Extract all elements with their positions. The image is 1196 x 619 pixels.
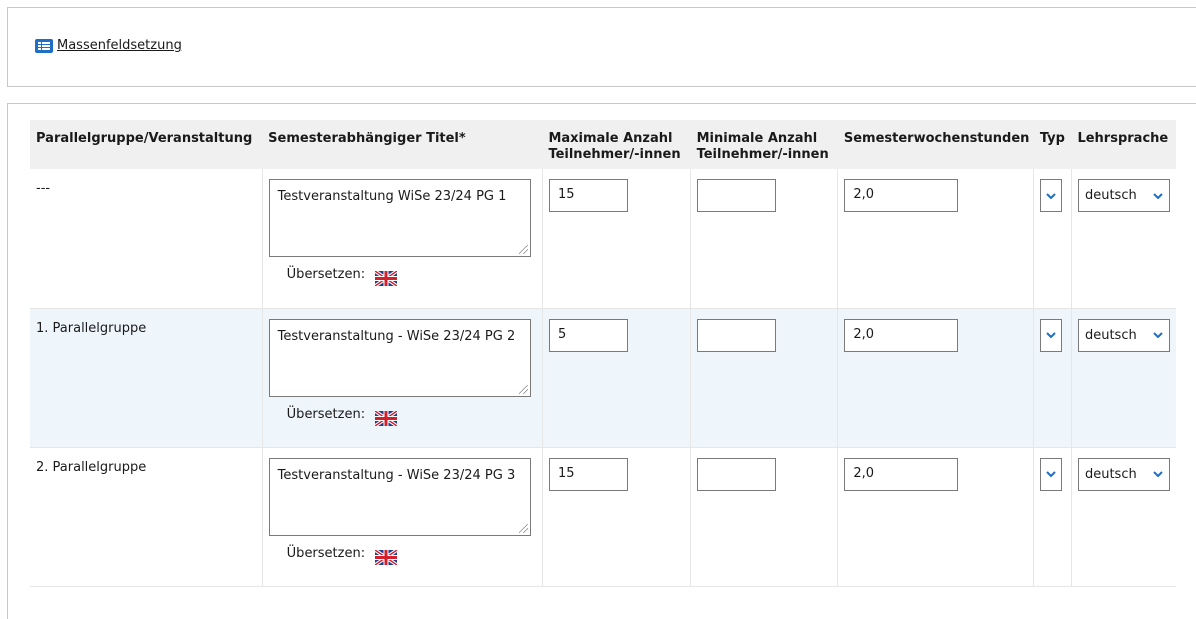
group-label: --- bbox=[30, 169, 263, 309]
chevron-down-icon bbox=[1153, 471, 1163, 477]
sws-input[interactable]: 2,0 bbox=[844, 179, 959, 212]
min-cell bbox=[690, 447, 839, 587]
chevron-down-icon bbox=[1046, 471, 1057, 477]
max-participants-input[interactable]: 5 bbox=[548, 318, 628, 352]
header-lang: Lehrsprache bbox=[1071, 120, 1176, 169]
typ-select[interactable] bbox=[1040, 179, 1063, 212]
title-text: Testveranstaltung - WiSe 23/24 PG 2 bbox=[277, 328, 516, 344]
translate-label: Übersetzen: bbox=[286, 545, 366, 561]
translate-row: Übersetzen: bbox=[287, 263, 536, 286]
resize-grip-icon[interactable] bbox=[518, 384, 528, 394]
header-min: Minimale Anzahl Teilnehmer/-innen bbox=[690, 120, 838, 169]
mass-edit-label: Massenfeldsetzung bbox=[57, 38, 182, 53]
translate-row: Übersetzen: bbox=[287, 403, 536, 426]
title-text: Testveranstaltung WiSe 23/24 PG 1 bbox=[277, 189, 507, 204]
header-max-line1: Maximale Anzahl bbox=[548, 131, 673, 146]
max-cell: 5 bbox=[542, 308, 692, 448]
title-textarea[interactable]: Testveranstaltung - WiSe 23/24 PG 2 bbox=[268, 318, 531, 397]
translate-label: Übersetzen: bbox=[286, 267, 366, 282]
typ-select[interactable] bbox=[1040, 457, 1063, 491]
language-select[interactable]: deutsch bbox=[1077, 318, 1170, 352]
header-min-line2: Teilnehmer/-innen bbox=[696, 147, 829, 162]
sws-cell: 2,0 bbox=[837, 308, 1035, 448]
header-max: Maximale Anzahl Teilnehmer/-innen bbox=[542, 120, 691, 169]
uk-flag-icon[interactable] bbox=[375, 410, 398, 426]
sws-cell: 2,0 bbox=[837, 447, 1035, 587]
table-header-row: Parallelgruppe/Veranstaltung Semesterabh… bbox=[30, 120, 1176, 169]
chevron-down-icon bbox=[1046, 192, 1057, 199]
header-title: Semesterabhängiger Titel* bbox=[262, 120, 543, 169]
title-cell: Testveranstaltung WiSe 23/24 PG 1 Überse… bbox=[262, 169, 543, 309]
lang-cell: deutsch bbox=[1071, 169, 1176, 309]
language-value: deutsch bbox=[1084, 188, 1137, 203]
min-participants-input[interactable] bbox=[697, 179, 777, 212]
typ-cell bbox=[1033, 169, 1072, 309]
group-label: 2. Parallelgruppe bbox=[30, 447, 263, 587]
min-participants-input[interactable] bbox=[697, 457, 777, 491]
table-row: 1. Parallelgruppe Testveranstaltung - Wi… bbox=[30, 308, 1176, 448]
header-group: Parallelgruppe/Veranstaltung bbox=[30, 120, 263, 169]
title-text: Testveranstaltung - WiSe 23/24 PG 3 bbox=[277, 467, 516, 483]
uk-flag-icon[interactable] bbox=[375, 271, 398, 286]
resize-grip-icon[interactable] bbox=[518, 245, 528, 254]
title-textarea[interactable]: Testveranstaltung - WiSe 23/24 PG 3 bbox=[268, 457, 531, 536]
header-sws: Semesterwochenstunden bbox=[837, 120, 1034, 169]
language-value: deutsch bbox=[1084, 466, 1137, 482]
mass-edit-link[interactable]: Massenfeldsetzung bbox=[35, 38, 182, 53]
group-label: 1. Parallelgruppe bbox=[30, 308, 263, 448]
typ-select[interactable] bbox=[1040, 318, 1063, 352]
lang-cell: deutsch bbox=[1071, 447, 1176, 587]
header-min-line1: Minimale Anzahl bbox=[696, 131, 818, 146]
translate-label: Übersetzen: bbox=[286, 406, 366, 422]
min-participants-input[interactable] bbox=[697, 318, 777, 352]
list-icon bbox=[35, 38, 53, 53]
table-row: 2. Parallelgruppe Testveranstaltung - Wi… bbox=[30, 447, 1176, 587]
resize-grip-icon[interactable] bbox=[518, 523, 528, 533]
max-participants-input[interactable]: 15 bbox=[548, 179, 628, 212]
mass-edit-panel: Massenfeldsetzung bbox=[7, 7, 1196, 87]
min-cell bbox=[690, 169, 839, 309]
title-textarea[interactable]: Testveranstaltung WiSe 23/24 PG 1 bbox=[268, 179, 531, 257]
max-cell: 15 bbox=[542, 169, 692, 309]
typ-cell bbox=[1033, 447, 1072, 587]
table-row: --- Testveranstaltung WiSe 23/24 PG 1 Üb… bbox=[30, 169, 1176, 309]
header-typ: Typ bbox=[1033, 120, 1072, 169]
language-select[interactable]: deutsch bbox=[1077, 179, 1170, 212]
header-max-line2: Teilnehmer/-innen bbox=[548, 147, 681, 162]
title-cell: Testveranstaltung - WiSe 23/24 PG 3 Über… bbox=[262, 447, 543, 587]
max-participants-input[interactable]: 15 bbox=[548, 457, 628, 491]
sws-input[interactable]: 2,0 bbox=[844, 318, 959, 352]
language-select[interactable]: deutsch bbox=[1077, 457, 1170, 491]
chevron-down-icon bbox=[1153, 332, 1163, 338]
translate-row: Übersetzen: bbox=[287, 542, 536, 565]
max-cell: 15 bbox=[542, 447, 692, 587]
chevron-down-icon bbox=[1046, 332, 1057, 338]
min-cell bbox=[690, 308, 839, 448]
title-cell: Testveranstaltung - WiSe 23/24 PG 2 Über… bbox=[262, 308, 543, 448]
sws-cell: 2,0 bbox=[837, 169, 1035, 309]
parallel-groups-table: Parallelgruppe/Veranstaltung Semesterabh… bbox=[30, 120, 1176, 587]
typ-cell bbox=[1033, 308, 1072, 448]
sws-input[interactable]: 2,0 bbox=[844, 457, 959, 491]
uk-flag-icon[interactable] bbox=[375, 549, 398, 565]
chevron-down-icon bbox=[1153, 192, 1163, 199]
lang-cell: deutsch bbox=[1071, 308, 1176, 448]
language-value: deutsch bbox=[1084, 327, 1137, 343]
